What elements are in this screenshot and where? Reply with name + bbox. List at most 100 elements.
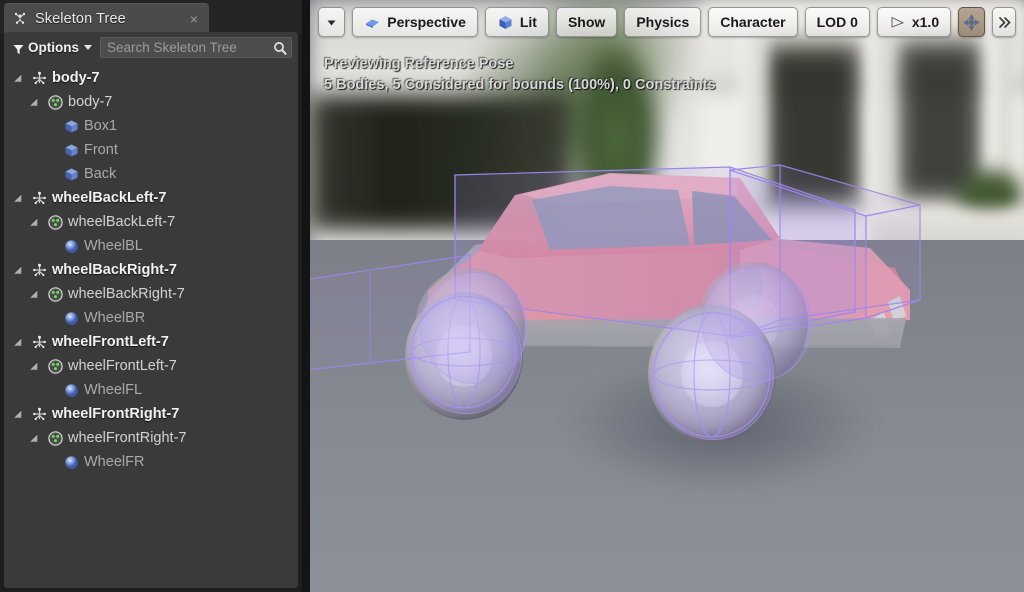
playback-speed-button-label: x1.0 [912, 14, 939, 30]
physics-menu-button-label: Physics [636, 14, 689, 30]
tree-row[interactable]: Back [4, 162, 298, 186]
tree-row[interactable]: WheelBL [4, 234, 298, 258]
tree-row[interactable]: WheelFR [4, 450, 298, 474]
toolbar-overflow-button[interactable] [992, 7, 1016, 37]
camera-mode-button[interactable]: Perspective [352, 7, 478, 37]
close-icon[interactable]: × [187, 12, 201, 26]
tree-row[interactable]: Front [4, 138, 298, 162]
tree-indent-spacer [48, 313, 59, 324]
body-icon [47, 358, 64, 375]
tree-row[interactable]: WheelBR [4, 306, 298, 330]
lod-button[interactable]: LOD 0 [805, 7, 870, 37]
physics-menu-button[interactable]: Physics [624, 7, 701, 37]
playback-speed-button[interactable]: x1.0 [877, 7, 951, 37]
viewport-options-menu[interactable] [318, 7, 345, 37]
sphere-icon [63, 310, 80, 327]
tree-indent-spacer [48, 457, 59, 468]
tree-row-label: Back [84, 166, 116, 182]
tree-row-label: Front [84, 142, 118, 158]
sphere-icon [63, 382, 80, 399]
expand-arrow-icon[interactable] [32, 361, 43, 372]
filter-icon [13, 42, 24, 53]
skeleton-tree-icon [12, 11, 28, 27]
view-mode-button-label: Lit [520, 14, 537, 30]
search-input[interactable]: Search Skeleton Tree [100, 37, 292, 58]
tree-row[interactable]: wheelFrontLeft-7 [4, 330, 298, 354]
tree-row[interactable]: WheelFL [4, 378, 298, 402]
double-chevron-right-icon [996, 14, 1013, 31]
view-mode-button[interactable]: Lit [485, 7, 549, 37]
tree-row[interactable]: Box1 [4, 114, 298, 138]
body-icon [47, 430, 64, 447]
show-menu-button-label: Show [568, 14, 605, 30]
bone-icon [31, 262, 48, 279]
tree-row-label: wheelFrontRight-7 [52, 406, 179, 422]
tab-skeleton-tree[interactable]: Skeleton Tree × [4, 3, 209, 34]
tree-row-label: wheelBackLeft-7 [68, 214, 175, 230]
bone-icon [31, 406, 48, 423]
tree-row[interactable]: wheelBackLeft-7 [4, 210, 298, 234]
bone-icon [31, 70, 48, 87]
panel-splitter[interactable] [302, 0, 310, 592]
tree-indent-spacer [48, 169, 59, 180]
expand-arrow-icon[interactable] [32, 433, 43, 444]
search-icon [273, 41, 287, 55]
tree-row-label: WheelFR [84, 454, 144, 470]
box-icon [63, 118, 80, 135]
camera-mode-button-label: Perspective [387, 14, 466, 30]
tree-row-label: wheelFrontRight-7 [68, 430, 186, 446]
show-menu-button[interactable]: Show [556, 7, 617, 37]
skeleton-tree-panel: Skeleton Tree × Options Search Skeleton … [0, 0, 302, 592]
viewport-toolbar: Perspective Lit Show Physics Character LOD 0 x… [310, 0, 1024, 44]
move-gizmo-icon [963, 14, 980, 31]
tree-row[interactable]: wheelBackRight-7 [4, 282, 298, 306]
chevron-down-icon [323, 14, 340, 31]
sphere-icon [63, 454, 80, 471]
options-button[interactable]: Options [10, 38, 95, 57]
lit-cube-icon [497, 14, 514, 31]
expand-arrow-icon[interactable] [32, 217, 43, 228]
tree-indent-spacer [48, 385, 59, 396]
expand-arrow-icon[interactable] [16, 73, 27, 84]
expand-arrow-icon[interactable] [32, 97, 43, 108]
transform-gizmo-button[interactable] [958, 7, 985, 37]
tree-row[interactable]: wheelFrontRight-7 [4, 426, 298, 450]
expand-arrow-icon[interactable] [16, 337, 27, 348]
collision-volume-wheelbr [410, 296, 522, 414]
tab-title: Skeleton Tree [35, 11, 180, 27]
character-menu-button[interactable]: Character [708, 7, 797, 37]
tree-row[interactable]: wheelBackRight-7 [4, 258, 298, 282]
tree-row[interactable]: wheelBackLeft-7 [4, 186, 298, 210]
tree-indent-spacer [48, 241, 59, 252]
tree-row[interactable]: body-7 [4, 66, 298, 90]
tree-row-label: body-7 [52, 70, 100, 86]
bone-icon [31, 334, 48, 351]
skeleton-tree-list[interactable]: body-7body-7Box1FrontBackwheelBackLeft-7… [4, 63, 298, 588]
preview-viewport[interactable]: Perspective Lit Show Physics Character LOD 0 x… [310, 0, 1024, 592]
tree-row-label: WheelBR [84, 310, 145, 326]
tree-row[interactable]: wheelFrontLeft-7 [4, 354, 298, 378]
tree-row-label: wheelFrontLeft-7 [68, 358, 177, 374]
search-placeholder: Search Skeleton Tree [107, 40, 273, 55]
tree-row-label: wheelBackRight-7 [68, 286, 185, 302]
panel-tabstrip: Skeleton Tree × [0, 0, 302, 34]
tree-row-label: WheelBL [84, 238, 143, 254]
expand-arrow-icon[interactable] [32, 289, 43, 300]
options-label: Options [28, 40, 79, 55]
tree-row[interactable]: body-7 [4, 90, 298, 114]
camera-icon [364, 14, 381, 31]
tree-row-label: wheelFrontLeft-7 [52, 334, 169, 350]
box-icon [63, 166, 80, 183]
box-icon [63, 142, 80, 159]
lod-button-label: LOD 0 [817, 14, 858, 30]
tree-row-label: wheelBackRight-7 [52, 262, 177, 278]
expand-arrow-icon[interactable] [16, 265, 27, 276]
body-icon [47, 214, 64, 231]
expand-arrow-icon[interactable] [16, 193, 27, 204]
tree-row[interactable]: wheelFrontRight-7 [4, 402, 298, 426]
panel-body: Options Search Skeleton Tree body-7 body-… [4, 32, 298, 588]
expand-arrow-icon[interactable] [16, 409, 27, 420]
character-menu-button-label: Character [720, 14, 785, 30]
collision-volume-wheelfr [652, 312, 774, 440]
bone-icon [31, 190, 48, 207]
